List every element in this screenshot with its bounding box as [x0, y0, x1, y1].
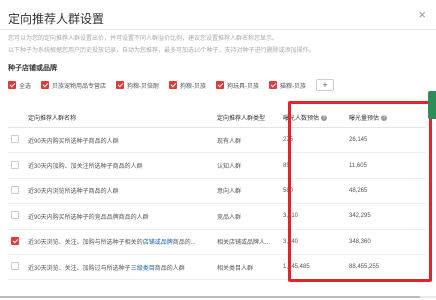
- title-divider: [0, 29, 436, 30]
- checkbox-icon[interactable]: [11, 211, 19, 220]
- seed-label: 狗粮-贝族: [180, 83, 207, 90]
- notice-text: 您可以为您的定向推荐人群设置出价，并可设置不同人群溢价比例，建议您设置推荐人群名…: [8, 33, 315, 57]
- seed-item-dogfood-beizu[interactable]: 狗粮-贝族: [169, 81, 206, 90]
- seed-label: 狗玩具-贝族: [227, 83, 260, 90]
- row-checkbox-cell: [8, 254, 25, 281]
- header-impressions-estimate: 曝光量预估?: [346, 107, 426, 128]
- header-label: 曝光人数预估: [283, 115, 320, 122]
- table-row[interactable]: 近30天内浏览所选种子商品的人群 意向人群 580 48,265: [8, 178, 426, 205]
- table-header-row: 定向推荐人群名称 定向推荐人群类型 曝光人数预估? 曝光量预估?: [8, 107, 426, 128]
- close-icon[interactable]: ×: [418, 8, 426, 22]
- audience-type: 认知人群: [214, 152, 280, 179]
- people-estimate: 85: [280, 152, 346, 179]
- seed-item-catfood-beizu[interactable]: 猫粮-贝族: [269, 81, 306, 90]
- header-audience-type: 定向推荐人群类型: [214, 107, 280, 128]
- table-row[interactable]: 近30天内加购、加关注所选种子商品的人群 认知人群 85 11,605: [8, 152, 426, 179]
- seed-label: 全选: [19, 83, 32, 90]
- impressions-estimate: 342,295: [346, 203, 426, 230]
- audience-type: 竞品人群: [214, 203, 280, 230]
- notice-line-1: 您可以为您的定向推荐人群设置出价，并可设置不同人群溢价比例，建议您设置推荐人群名…: [8, 36, 279, 42]
- checkbox-icon[interactable]: [11, 236, 19, 245]
- row-checkbox-cell: [8, 203, 25, 230]
- checkbox-icon[interactable]: [11, 135, 19, 144]
- name-highlight: 店铺或品牌: [142, 240, 173, 247]
- checkbox-icon[interactable]: [216, 81, 225, 89]
- name-suffix: 商品的人群: [154, 265, 185, 272]
- seed-section-title: 种子店铺或品牌: [8, 65, 57, 72]
- impressions-estimate: 88,455,255: [346, 254, 426, 281]
- seed-label: 猫粮-贝族: [280, 83, 307, 90]
- audience-name: 近30天浏览、关注、加购过与所选种子三级类目商品的人群: [25, 254, 214, 281]
- audience-type: 相关类目人群: [214, 254, 280, 281]
- seed-item-store[interactable]: 贝族宠物用品专营店: [41, 81, 106, 90]
- checkbox-icon[interactable]: [269, 81, 278, 89]
- header-audience-name: 定向推荐人群名称: [25, 107, 214, 128]
- audience-name: 近90天内购买所选种子商品的人群: [25, 127, 214, 154]
- dialog-title: 定向推荐人群设置: [8, 12, 105, 26]
- side-feedback-tab[interactable]: [428, 91, 436, 119]
- table-row[interactable]: 近30天浏览、关注、加购过与所选种子三级类目商品的人群 相关类目人群 1,045…: [8, 254, 426, 281]
- checkbox-icon[interactable]: [169, 81, 178, 89]
- row-checkbox-cell: [8, 152, 25, 179]
- table-row[interactable]: 近90天内购买所选种子的竞品品牌商品的人群 竞品人群 3,810 342,295: [8, 203, 426, 230]
- name-highlight: 三级类目: [130, 265, 155, 272]
- people-estimate: 3,140: [280, 229, 346, 255]
- name-suffix: 商品的...: [172, 240, 196, 247]
- audience-settings-dialog: 定向推荐人群设置 × 您可以为您的定向推荐人群设置出价，并可设置不同人群溢价比例…: [0, 0, 436, 300]
- audience-type: 相关店铺或品牌人...: [214, 229, 280, 255]
- notice-line-2: 以下种子为系统根据您用户历史投放记录，自动为您推荐，最多可加选10个种子，支持对…: [8, 48, 315, 54]
- help-icon[interactable]: ?: [321, 114, 328, 121]
- header-checkbox-col: [8, 107, 25, 128]
- seed-label: 狗粮-贝倍耐: [127, 83, 160, 90]
- help-icon[interactable]: ?: [381, 114, 388, 121]
- checkbox-icon[interactable]: [8, 81, 16, 89]
- audience-type: 意向人群: [214, 178, 280, 205]
- name-text: 近30天浏览、关注、加购与所选种子相关的: [28, 240, 143, 247]
- people-estimate: 275: [280, 127, 346, 154]
- seed-item-dogfood-beibeinai[interactable]: 狗粮-贝倍耐: [116, 81, 159, 90]
- audience-type: 现有人群: [214, 127, 280, 154]
- table-row[interactable]: 近30天浏览、关注、加购与所选种子相关的店铺或品牌商品的... 相关店铺或品牌人…: [8, 229, 426, 255]
- add-seed-button[interactable]: +: [316, 79, 335, 91]
- seed-label: 贝族宠物用品专营店: [52, 83, 107, 90]
- audience-name: 近90天内购买所选种子的竞品品牌商品的人群: [25, 203, 214, 230]
- impressions-estimate: 26,145: [346, 127, 426, 154]
- checkbox-icon[interactable]: [11, 185, 19, 194]
- header-label: 曝光量预估: [349, 115, 380, 122]
- impressions-estimate: 11,605: [346, 152, 426, 179]
- seed-category-list: 全选 贝族宠物用品专营店 狗粮-贝倍耐 狗粮-贝族 狗玩具-贝族 猫粮-贝族 +: [8, 78, 335, 92]
- checkbox-icon[interactable]: [41, 81, 50, 89]
- audience-name: 近30天内加购、加关注所选种子商品的人群: [25, 152, 214, 179]
- seed-select-all[interactable]: 全选: [8, 81, 31, 90]
- checkbox-icon[interactable]: [11, 262, 19, 271]
- impressions-estimate: 48,265: [346, 178, 426, 205]
- name-text: 近30天浏览、关注、加购过与所选种子: [28, 265, 131, 272]
- row-checkbox-cell: [8, 178, 25, 205]
- checkbox-icon[interactable]: [11, 160, 19, 169]
- audience-name: 近30天内浏览所选种子商品的人群: [25, 178, 214, 205]
- impressions-estimate: 348,360: [346, 229, 426, 255]
- header-people-estimate: 曝光人数预估?: [280, 107, 346, 128]
- row-checkbox-cell: [8, 229, 25, 255]
- checkbox-icon[interactable]: [116, 81, 125, 89]
- people-estimate: 3,810: [280, 203, 346, 230]
- people-estimate: 580: [280, 178, 346, 205]
- audience-name: 近30天浏览、关注、加购与所选种子相关的店铺或品牌商品的...: [25, 229, 214, 255]
- table-row[interactable]: 近90天内购买所选种子商品的人群 现有人群 275 26,145: [8, 127, 426, 154]
- people-estimate: 1,045,485: [280, 254, 346, 281]
- seed-item-dogtoy-beizu[interactable]: 狗玩具-贝族: [216, 81, 259, 90]
- scrollbar-thumb[interactable]: [0, 296, 420, 298]
- row-checkbox-cell: [8, 127, 25, 154]
- audience-table: 定向推荐人群名称 定向推荐人群类型 曝光人数预估? 曝光量预估? 近90天内购买…: [8, 107, 426, 281]
